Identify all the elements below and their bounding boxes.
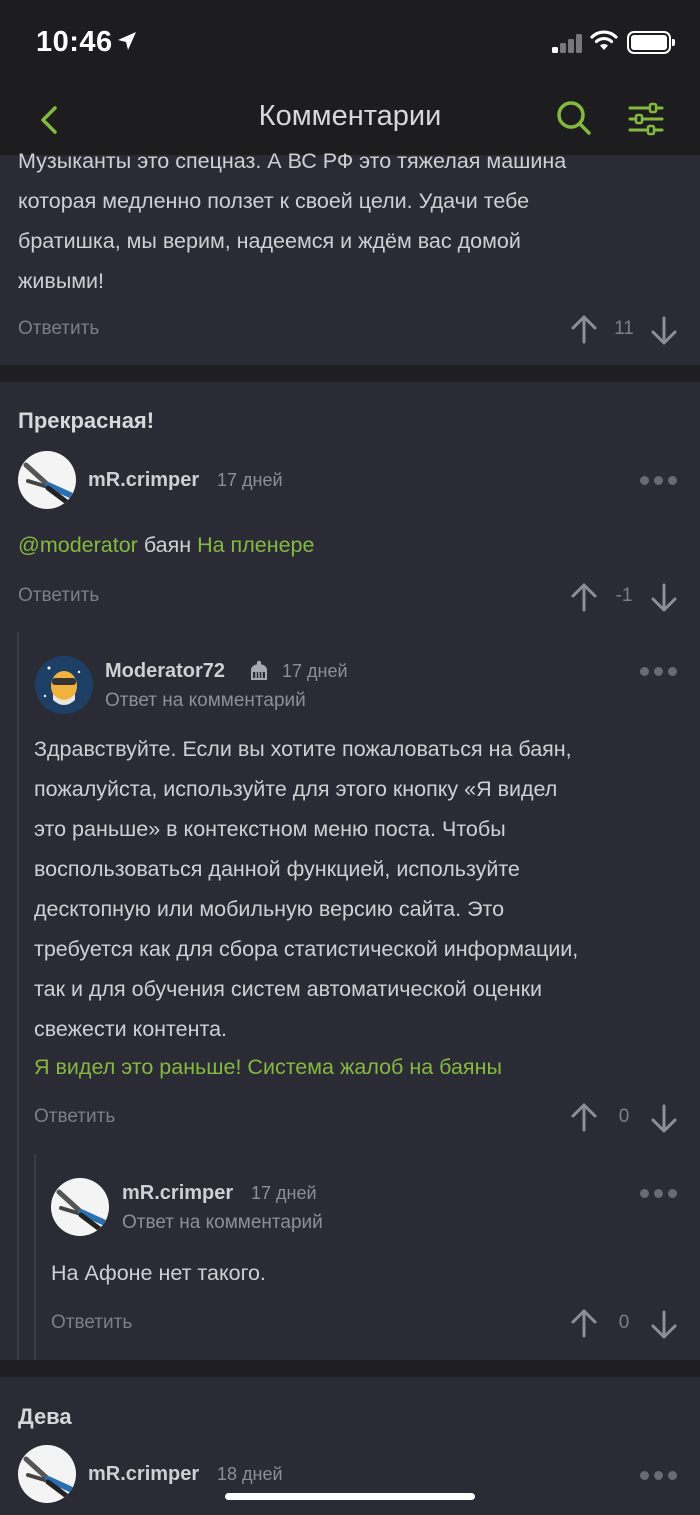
comment-line: требуется как для сбора статистической и…: [34, 937, 579, 961]
reply-subtitle[interactable]: Ответ на комментарий: [122, 1212, 323, 1234]
comment-date: 17 дней: [282, 661, 348, 681]
comment-line: которая медленно ползет к своей цели. Уд…: [18, 189, 530, 213]
arrow-down-icon[interactable]: [650, 1310, 678, 1340]
comment-line: братишка, мы верим, надеемся и ждём вас …: [18, 229, 521, 253]
info-links[interactable]: Я видел это раньше! Система жалоб на бая…: [34, 1047, 502, 1087]
post-card: Прекрасная! mR.crimper 17 дней @moderato…: [0, 382, 700, 1360]
comment-score: -1: [615, 585, 633, 606]
comment-score: 11: [614, 318, 634, 339]
crimper-tool-icon: [23, 1456, 73, 1500]
comment-line: Музыканты это спецназ. А ВС РФ это тяжел…: [18, 149, 567, 173]
avatar[interactable]: [35, 656, 93, 714]
battery-icon: [627, 31, 675, 54]
comment-line: десктопную или мобильную версию сайта. Э…: [34, 897, 505, 921]
thread-line: [17, 632, 19, 1360]
thread-line: [34, 1154, 36, 1360]
comment-line: свежести контента.: [34, 1017, 228, 1041]
avatar[interactable]: [51, 1178, 109, 1236]
comment-date: 17 дней: [217, 470, 283, 490]
arrow-up-icon[interactable]: [570, 1102, 598, 1132]
comment-body: Музыканты это спецназ. А ВС РФ это тяжел…: [18, 141, 566, 301]
more-icon[interactable]: [640, 474, 680, 486]
comment-score: 0: [618, 1312, 630, 1333]
reply-subtitle[interactable]: Ответ на комментарий: [105, 690, 306, 712]
comment-line: так и для обучения систем автоматической…: [34, 977, 543, 1001]
sliders-icon[interactable]: [626, 100, 666, 140]
comment-date: 18 дней: [217, 1464, 283, 1484]
reply-button[interactable]: Ответить: [18, 318, 99, 340]
arrow-down-icon[interactable]: [650, 583, 678, 613]
comment-body: На Афоне нет такого.: [51, 1261, 266, 1285]
arrow-up-icon[interactable]: [570, 1308, 598, 1338]
avatar[interactable]: [18, 1445, 76, 1503]
post-title[interactable]: Дева: [18, 1404, 72, 1430]
avatar[interactable]: [18, 451, 76, 509]
comment-body: @moderator баян На пленере: [18, 525, 314, 565]
comment-line: Здравствуйте. Если вы хотите пожаловатьс…: [34, 737, 572, 761]
signal-icon: [552, 33, 584, 53]
more-icon[interactable]: [640, 1469, 680, 1481]
wifi-icon: [590, 30, 618, 50]
moderator-avatar-icon: [35, 656, 93, 714]
crimper-tool-icon: [23, 462, 73, 506]
username[interactable]: Moderator72: [105, 660, 225, 683]
home-indicator[interactable]: [225, 1493, 475, 1500]
crimper-tool-icon: [56, 1189, 106, 1233]
status-bar: 10:46: [0, 0, 700, 84]
reply-button[interactable]: Ответить: [34, 1106, 115, 1128]
comment-word: баян: [143, 533, 192, 557]
arrow-down-icon[interactable]: [650, 316, 678, 346]
comment-score: 0: [618, 1106, 630, 1127]
more-icon[interactable]: [640, 665, 680, 677]
username[interactable]: mR.crimper: [122, 1182, 233, 1205]
post-title[interactable]: Прекрасная!: [18, 408, 154, 434]
arrow-up-icon[interactable]: [570, 582, 598, 612]
comment-card: Музыканты это спецназ. А ВС РФ это тяжел…: [0, 149, 700, 365]
username[interactable]: mR.crimper: [88, 1463, 199, 1486]
status-time: 10:46: [36, 26, 113, 58]
reply-button[interactable]: Ответить: [51, 1312, 132, 1334]
arrow-down-icon[interactable]: [650, 1104, 678, 1134]
comment-line: пожалуйста, используйте для этого кнопку…: [34, 777, 558, 801]
moderator-badge-icon: [251, 660, 267, 680]
comment-line: воспользоваться данной функцией, использ…: [34, 857, 520, 881]
reply-button[interactable]: Ответить: [18, 585, 99, 607]
location-arrow-icon: [118, 32, 136, 50]
username[interactable]: mR.crimper: [88, 469, 199, 492]
comment-body: Здравствуйте. Если вы хотите пожаловатьс…: [34, 729, 578, 1049]
search-icon[interactable]: [554, 98, 594, 138]
more-icon[interactable]: [640, 1187, 680, 1199]
comment-line: живыми!: [18, 269, 105, 293]
post-link[interactable]: На пленере: [197, 533, 314, 557]
arrow-up-icon[interactable]: [570, 314, 598, 344]
comment-date: 17 дней: [251, 1183, 317, 1203]
comment-line: это раньше» в контекстном меню поста. Чт…: [34, 817, 506, 841]
mention-link[interactable]: @moderator: [18, 533, 138, 557]
page-title: Комментарии: [258, 100, 442, 132]
